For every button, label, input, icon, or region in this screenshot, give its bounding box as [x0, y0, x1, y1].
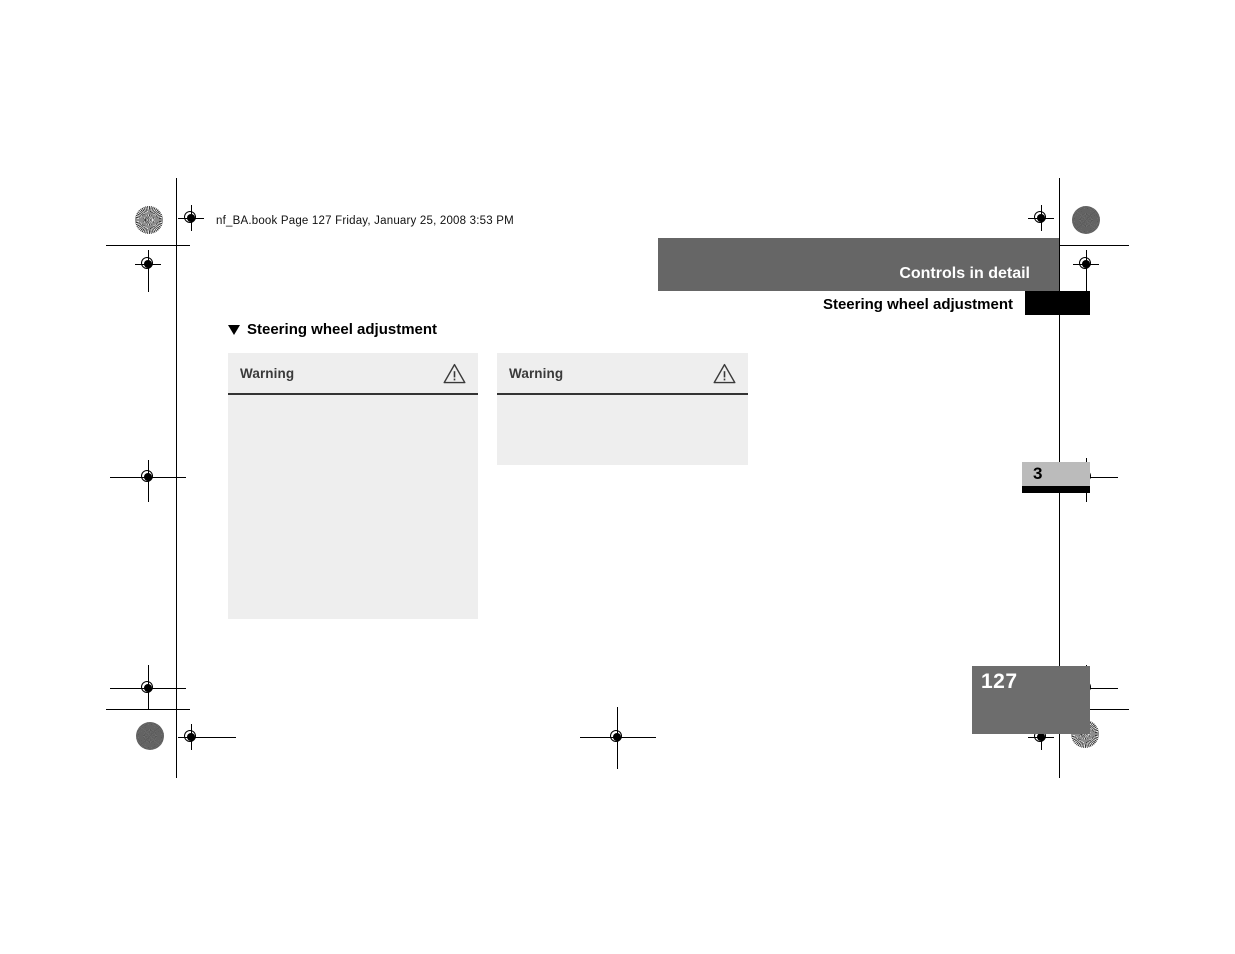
starburst-registration-icon	[1072, 206, 1100, 234]
warning-box: Warning	[497, 353, 748, 465]
chapter-tab-number: 3	[1033, 464, 1043, 483]
section-heading-label: Steering wheel adjustment	[247, 321, 438, 338]
warning-title: Warning	[509, 365, 564, 381]
warning-triangle-icon	[443, 363, 466, 384]
registration-target-icon	[178, 724, 204, 750]
chapter-tab: 3	[1022, 462, 1090, 486]
triangle-down-icon	[228, 324, 240, 335]
registration-target-icon	[1073, 251, 1099, 277]
section-heading: Steering wheel adjustment	[228, 321, 437, 338]
registration-target-icon	[178, 205, 204, 231]
starburst-registration-icon	[135, 206, 163, 234]
trim-line-left-tick	[176, 718, 177, 776]
registration-target-icon	[135, 251, 161, 277]
warning-body	[228, 395, 478, 617]
registration-target-icon	[604, 724, 630, 750]
manual-page: nf_BA.book Page 127 Friday, January 25, …	[0, 0, 1235, 954]
file-slug-line: nf_BA.book Page 127 Friday, January 25, …	[216, 215, 514, 227]
running-header-title: Controls in detail	[899, 265, 1030, 282]
running-header-bar: Controls in detail	[658, 238, 1059, 291]
chapter-tab-rule	[1022, 486, 1090, 493]
running-header-black-tab	[1025, 291, 1090, 315]
registration-target-icon	[1028, 205, 1054, 231]
warning-box-header: Warning	[497, 353, 748, 395]
warning-box: Warning	[228, 353, 478, 619]
starburst-registration-icon	[136, 722, 164, 750]
page-number: 127	[981, 670, 1018, 693]
warning-body	[497, 395, 748, 463]
warning-title: Warning	[240, 365, 295, 381]
warning-triangle-icon	[713, 363, 736, 384]
registration-target-icon	[135, 675, 161, 701]
running-header-subtitle: Steering wheel adjustment	[822, 296, 1013, 313]
warning-box-header: Warning	[228, 353, 478, 395]
registration-target-icon	[135, 464, 161, 490]
trim-line-top-left	[106, 245, 190, 246]
